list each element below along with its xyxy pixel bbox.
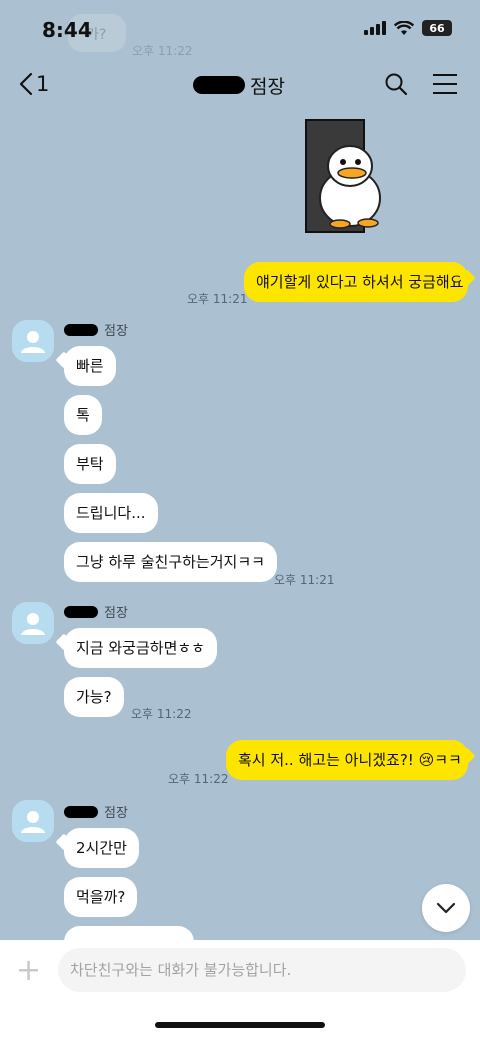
status-icons: 66 — [364, 20, 452, 36]
chat-title: 점장 — [250, 76, 285, 98]
message-time: 오후 11:21 — [274, 573, 335, 587]
avatar[interactable] — [12, 602, 54, 644]
default-profile-icon — [21, 331, 45, 353]
default-profile-icon — [21, 811, 45, 833]
duck-sticker — [305, 119, 381, 233]
message-time: 오후 11:21 — [187, 292, 248, 306]
default-profile-icon — [21, 613, 45, 635]
avatar[interactable] — [12, 800, 54, 842]
search-icon[interactable] — [384, 72, 408, 96]
my-message-laugh: ㅋㅋ — [434, 751, 462, 769]
back-button[interactable]: 1 — [18, 72, 49, 96]
their-message-bubble[interactable]: 빠른 — [64, 346, 116, 386]
redacted-name — [64, 323, 98, 336]
my-message-bubble[interactable]: 얘기할게 있다고 하셔서 궁금해요 — [244, 262, 468, 302]
scroll-to-bottom-button[interactable] — [422, 884, 470, 932]
their-message-bubble[interactable]: 톡 — [64, 395, 102, 435]
signal-icon — [364, 21, 386, 35]
their-message-bubble[interactable]: 먹을까? — [64, 877, 138, 917]
menu-icon[interactable] — [432, 73, 458, 95]
home-indicator — [155, 1022, 325, 1028]
their-message-bubble[interactable]: 지금 와궁금하면ㅎㅎ — [64, 628, 217, 668]
unread-count: 1 — [36, 72, 50, 96]
message-time: 오후 11:22 — [168, 772, 229, 786]
my-message-text: 혹시 저.. 해고는 아니겠죠?! — [238, 751, 419, 769]
sender-name: 점장 — [64, 602, 128, 621]
battery-icon: 66 — [422, 20, 452, 36]
header-actions — [384, 72, 458, 96]
chevron-down-icon — [436, 902, 456, 914]
their-message-bubble[interactable]: 드립니다... — [64, 493, 158, 533]
my-message-bubble[interactable]: 혹시 저.. 해고는 아니겠죠?! 😢ㅋㅋ — [226, 740, 468, 780]
plus-icon[interactable]: + — [16, 956, 41, 986]
avatar[interactable] — [12, 320, 54, 362]
their-message-bubble[interactable]: 2시간만 — [64, 828, 139, 868]
their-message-bubble[interactable]: 가능? — [64, 677, 124, 717]
their-message-bubble[interactable]: 그냥 하루 술친구하는거지ㅋㅋ — [64, 542, 277, 582]
message-input[interactable] — [58, 948, 466, 992]
crying-emoji: 😢 — [418, 751, 435, 769]
their-message-bubble[interactable]: 부탁 — [64, 444, 116, 484]
sender-name: 점장 — [64, 802, 128, 821]
wifi-icon — [394, 20, 414, 35]
status-time: 8:44 — [42, 18, 92, 42]
message-time: 오후 11:22 — [131, 707, 192, 721]
sender-name: 점장 — [64, 320, 128, 339]
chevron-left-icon — [19, 72, 33, 96]
previous-message-time: 오후 11:22 — [132, 44, 193, 58]
redacted-name — [193, 76, 245, 94]
redacted-name — [64, 805, 98, 818]
redacted-name — [64, 605, 98, 618]
